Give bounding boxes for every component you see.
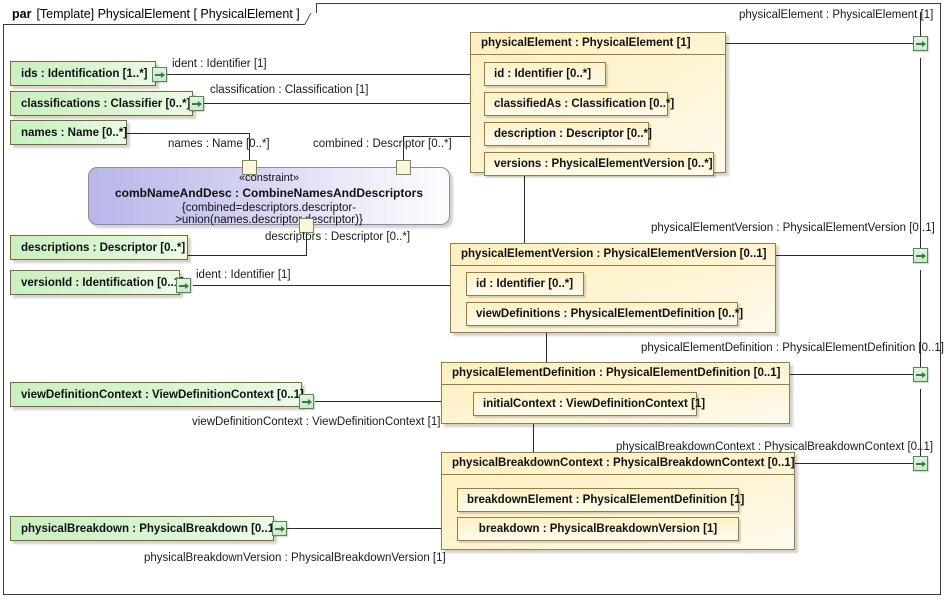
frame-header: par [Template] PhysicalElement [ Physica…: [3, 3, 324, 25]
property-view-definitions[interactable]: viewDefinitions : PhysicalElementDefinit…: [466, 302, 743, 326]
node-version-id[interactable]: versionId : Identification [0..1]: [10, 270, 184, 295]
port-view-definition-context[interactable]: [299, 394, 314, 409]
label-out-physical-element-version: physicalElementVersion : PhysicalElement…: [651, 222, 935, 234]
arrow-right-icon: [916, 41, 926, 47]
connector-descriptions-h: [188, 255, 307, 256]
port-out-physical-element[interactable]: [913, 36, 928, 51]
node-physical-breakdown[interactable]: physicalBreakdown : PhysicalBreakdown [0…: [10, 516, 278, 541]
connector-out-pev: [775, 255, 913, 256]
block-physical-element-version-header: physicalElementVersion : PhysicalElement…: [451, 244, 775, 266]
node-view-definition-context[interactable]: viewDefinitionContext : ViewDefinitionCo…: [10, 382, 304, 407]
label-view-definition-context: viewDefinitionContext : ViewDefinitionCo…: [192, 416, 441, 428]
label-descriptors: descriptors : Descriptor [0..*]: [265, 231, 411, 243]
connector-out-pbc: [795, 463, 913, 464]
block-physical-breakdown-context[interactable]: physicalBreakdownContext : PhysicalBreak…: [441, 452, 795, 550]
connector-classifications-to-classifiedas: [203, 103, 491, 104]
constraint-port-names[interactable]: [242, 160, 257, 175]
arrow-right-icon: [155, 72, 165, 78]
label-out-physical-breakdown-context: physicalBreakdownContext : PhysicalBreak…: [616, 441, 934, 453]
block-physical-element-definition-header: physicalElementDefinition : PhysicalElem…: [442, 363, 789, 385]
connector-out-pev-v: [920, 270, 921, 374]
property-initial-context[interactable]: initialContext : ViewDefinitionContext […: [473, 392, 705, 416]
property-versions[interactable]: versions : PhysicalElementVersion [0..*]: [484, 152, 714, 176]
arrow-right-icon: [192, 101, 202, 107]
label-physical-breakdown-version: physicalBreakdownVersion : PhysicalBreak…: [144, 552, 446, 564]
label-ident-top: ident : Identifier [1]: [172, 58, 267, 70]
node-classifications[interactable]: classifications : Classifier [0..*]: [10, 91, 193, 116]
connector-out-ped: [790, 374, 913, 375]
block-physical-element-definition[interactable]: physicalElementDefinition : PhysicalElem…: [441, 362, 790, 424]
arrow-right-icon: [916, 372, 926, 378]
arrow-right-icon: [916, 461, 926, 467]
port-ids[interactable]: [152, 67, 167, 82]
label-out-physical-element: physicalElement : PhysicalElement [1]: [739, 9, 934, 21]
port-classifications[interactable]: [189, 96, 204, 111]
connector-pb-h: [287, 528, 462, 529]
node-names[interactable]: names : Name [0..*]: [10, 120, 127, 145]
label-out-physical-element-definition: physicalElementDefinition : PhysicalElem…: [641, 342, 944, 354]
label-names: names : Name [0..*]: [168, 138, 270, 150]
arrow-right-icon: [275, 526, 285, 532]
property-id[interactable]: id : Identifier [0..*]: [484, 62, 606, 86]
port-out-physical-breakdown-context[interactable]: [913, 456, 928, 471]
connector-versionid-h: [193, 285, 491, 286]
constraint-stereotype: «constraint»: [239, 172, 299, 184]
property-description[interactable]: description : Descriptor [0..*]: [484, 122, 652, 146]
arrow-right-icon: [302, 399, 312, 405]
connector-ids-to-id: [166, 74, 491, 75]
label-ident-version: ident : Identifier [1]: [196, 269, 291, 281]
constraint-name: combNameAndDesc : CombineNamesAndDescrip…: [114, 186, 424, 200]
constraint-port-combined[interactable]: [396, 160, 411, 175]
node-descriptions[interactable]: descriptions : Descriptor [0..*]: [10, 235, 188, 260]
label-combined: combined : Descriptor [0..*]: [313, 138, 452, 150]
connector-names-h: [127, 133, 250, 134]
property-classified-as[interactable]: classifiedAs : Classification [0..*]: [484, 92, 674, 116]
block-physical-element[interactable]: physicalElement : PhysicalElement [1] id…: [470, 32, 726, 176]
block-physical-element-header: physicalElement : PhysicalElement [1]: [471, 33, 725, 55]
block-physical-breakdown-context-header: physicalBreakdownContext : PhysicalBreak…: [442, 453, 795, 475]
constraint-expression: {combined=descriptors.descriptor->union(…: [175, 202, 363, 226]
port-physical-breakdown[interactable]: [272, 521, 287, 536]
arrow-right-icon: [916, 253, 926, 259]
connector-versions-to-pev: [524, 172, 525, 254]
diagram-canvas: par [Template] PhysicalElement [ Physica…: [0, 0, 946, 600]
arrow-right-icon: [179, 283, 189, 289]
frame-title: [Template] PhysicalElement [ PhysicalEle…: [36, 6, 300, 21]
property-breakdown[interactable]: breakdown : PhysicalBreakdownVersion [1]: [457, 517, 739, 541]
label-classification: classification : Classification [1]: [210, 84, 369, 96]
port-out-physical-element-definition[interactable]: [913, 367, 928, 382]
port-version-id[interactable]: [176, 278, 191, 293]
property-breakdown-element[interactable]: breakdownElement : PhysicalElementDefini…: [457, 488, 744, 512]
block-physical-element-version[interactable]: physicalElementVersion : PhysicalElement…: [450, 243, 776, 333]
constraint-block[interactable]: «constraint» combNameAndDesc : CombineNa…: [88, 167, 450, 226]
port-out-physical-element-version[interactable]: [913, 248, 928, 263]
connector-out-pe: [725, 43, 913, 44]
node-ids[interactable]: ids : Identification [1..*]: [10, 61, 156, 86]
property-version-id[interactable]: id : Identifier [0..*]: [466, 272, 584, 296]
frame-keyword: par: [12, 6, 32, 21]
